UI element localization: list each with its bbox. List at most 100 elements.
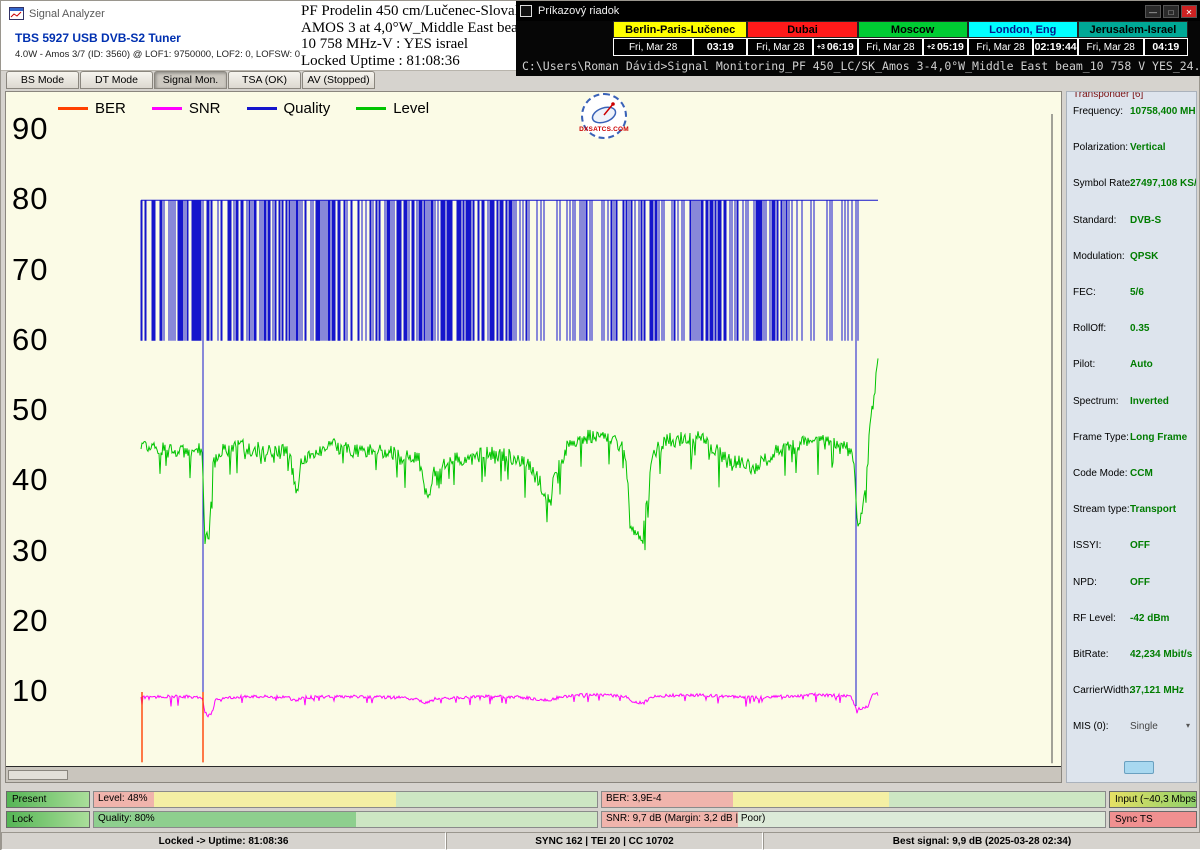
tp-field-polarization: Polarization:Vertical bbox=[1067, 142, 1196, 156]
snr-bar: SNR: 9,7 dB (Margin: 3,2 dB | Poor) bbox=[601, 811, 1106, 828]
tp-field-label: FEC: bbox=[1073, 287, 1096, 298]
tp-field-rolloff: RollOff: 0.35 bbox=[1067, 323, 1196, 337]
tp-field-label: NPD: bbox=[1073, 577, 1097, 588]
y-tick-90: 90 bbox=[12, 111, 58, 147]
tp-field-label: CarrierWidth: bbox=[1073, 685, 1132, 696]
tp-field-value: 27497,108 KS/s bbox=[1130, 178, 1197, 189]
clock-city-label: Moscow bbox=[858, 21, 968, 38]
level-bar-label: Level: 48% bbox=[98, 793, 147, 804]
tp-field-label: Frame Type: bbox=[1073, 432, 1129, 443]
tp-field-label: Polarization: bbox=[1073, 142, 1128, 153]
present-badge: Present bbox=[6, 791, 90, 808]
tp-field-value: DVB-S bbox=[1130, 215, 1161, 226]
legend-label: Level bbox=[393, 100, 429, 117]
tp-field-value: 42,234 Mbit/s bbox=[1130, 649, 1192, 660]
scrollbar-thumb[interactable] bbox=[8, 770, 68, 780]
tp-field-mis-0: MIS (0): Single ▾ bbox=[1067, 721, 1196, 735]
tp-field-symbol-rate: Symbol Rate:27497,108 KS/s bbox=[1067, 178, 1196, 192]
tab-signal-mon[interactable]: Signal Mon. bbox=[154, 71, 227, 89]
tp-field-pilot: Pilot:Auto bbox=[1067, 359, 1196, 373]
dxsatcs-logo: DXSATCS.COM bbox=[572, 93, 636, 139]
tp-field-value: OFF bbox=[1130, 577, 1150, 588]
close-icon[interactable]: ✕ bbox=[1181, 5, 1197, 18]
tp-field-value[interactable]: Single bbox=[1130, 721, 1158, 732]
legend-item-snr: SNR bbox=[152, 100, 221, 117]
tp-field-modulation: Modulation: QPSK bbox=[1067, 251, 1196, 265]
tp-field-issyi: ISSYI:OFF bbox=[1067, 540, 1196, 554]
clock-moscow: MoscowFri, Mar 28+205:19 bbox=[858, 21, 968, 56]
signal-chart-panel: 908070605040302010 BERSNRQualityLevel DX… bbox=[5, 91, 1062, 783]
console-window: Príkazový riadok — □ ✕ Berlin-Paris-Luče… bbox=[516, 1, 1200, 76]
app-icon bbox=[9, 7, 24, 20]
tp-field-label: Modulation: bbox=[1073, 251, 1125, 262]
y-tick-40: 40 bbox=[12, 462, 58, 498]
snr-bar-label: SNR: 9,7 dB (Margin: 3,2 dB | Poor) bbox=[606, 813, 765, 824]
tp-field-frame-type: Frame Type:Long Frame bbox=[1067, 432, 1196, 446]
legend-label: Quality bbox=[284, 100, 331, 117]
clock-london-eng: London, EngFri, Mar 2802:19:44 bbox=[968, 21, 1078, 56]
ber-bar: BER: 3,9E-4 bbox=[601, 791, 1106, 808]
tp-field-value: 0.35 bbox=[1130, 323, 1149, 334]
minimize-icon[interactable]: — bbox=[1145, 5, 1161, 18]
tp-field-label: Standard: bbox=[1073, 215, 1116, 226]
tp-field-bitrate: BitRate:42,234 Mbit/s bbox=[1067, 649, 1196, 663]
header-line-antenna: PF Prodelin 450 cm/Lučenec-Slovakia bbox=[301, 3, 533, 20]
clock-time: 04:19 bbox=[1144, 38, 1188, 56]
tab-av-stopped[interactable]: AV (Stopped) bbox=[302, 71, 375, 89]
dxsatcs-logo-text: DXSATCS.COM bbox=[572, 126, 636, 133]
y-tick-80: 80 bbox=[12, 181, 58, 217]
signal-analyzer-window: Signal Analyzer TBS 5927 USB DVB-S2 Tune… bbox=[0, 0, 1200, 850]
status-indicators: Present Lock Level: 48% Quality: 80% BER… bbox=[1, 789, 1200, 831]
console-titlebar[interactable]: Príkazový riadok — □ ✕ bbox=[516, 1, 1200, 21]
header-line-satellite: AMOS 3 at 4,0°W_Middle East beam bbox=[301, 20, 533, 37]
tp-field-label: MIS (0): bbox=[1073, 721, 1109, 732]
tp-field-rf-level: RF Level:-42 dBm bbox=[1067, 613, 1196, 627]
status-bar: Locked -> Uptime: 81:08:36 SYNC 162 | TE… bbox=[1, 832, 1200, 850]
statusbar-best-signal: Best signal: 9,9 dB (2025-03-28 02:34) bbox=[763, 832, 1200, 850]
legend-swatch bbox=[58, 107, 88, 110]
tp-field-label: Spectrum: bbox=[1073, 396, 1119, 407]
maximize-icon[interactable]: □ bbox=[1163, 5, 1179, 18]
level-bar: Level: 48% bbox=[93, 791, 598, 808]
tab-dt-mode[interactable]: DT Mode bbox=[80, 71, 153, 89]
lock-badge: Lock bbox=[6, 811, 90, 828]
signal-chart bbox=[6, 92, 1061, 782]
statusbar-locked-uptime: Locked -> Uptime: 81:08:36 bbox=[1, 832, 446, 850]
tp-field-value: 5/6 bbox=[1130, 287, 1144, 298]
clock-date: Fri, Mar 28 bbox=[968, 38, 1034, 56]
clock-city-label: Berlin-Paris-Lučenec bbox=[613, 21, 747, 38]
window-title-row[interactable]: Signal Analyzer bbox=[9, 7, 105, 20]
clock-time: 02:19:44 bbox=[1033, 38, 1077, 56]
tp-field-label: Pilot: bbox=[1073, 359, 1095, 370]
tp-field-value: -42 dBm bbox=[1130, 613, 1169, 624]
tp-field-fec: FEC: 5/6 bbox=[1067, 287, 1196, 301]
legend-swatch bbox=[356, 107, 386, 110]
console-icon bbox=[520, 5, 532, 17]
header-line-frequency: 10 758 MHz-V : YES israel bbox=[301, 36, 533, 53]
tp-field-label: RollOff: bbox=[1073, 323, 1106, 334]
tp-field-value: Long Frame bbox=[1130, 432, 1187, 443]
quality-bar-label: Quality: 80% bbox=[98, 813, 155, 824]
clock-dubai: DubaiFri, Mar 28+306:19 bbox=[747, 21, 857, 56]
clock-date: Fri, Mar 28 bbox=[858, 38, 924, 56]
tp-field-spectrum: Spectrum:Inverted bbox=[1067, 396, 1196, 410]
tp-field-frequency: Frequency:10758,400 MHz bbox=[1067, 106, 1196, 120]
input-rate-badge: Input (~40,3 Mbps) bbox=[1109, 791, 1197, 808]
clock-date: Fri, Mar 28 bbox=[747, 38, 813, 56]
tuner-name: TBS 5927 USB DVB-S2 Tuner bbox=[15, 31, 181, 45]
chevron-down-icon[interactable]: ▾ bbox=[1186, 721, 1190, 730]
transponder-panel: Transponder [6] Frequency:10758,400 MHzP… bbox=[1066, 91, 1197, 783]
panel-progress-indicator bbox=[1124, 761, 1154, 774]
y-tick-60: 60 bbox=[12, 322, 58, 358]
tab-tsa-ok[interactable]: TSA (OK) bbox=[228, 71, 301, 89]
tp-field-label: Code Mode: bbox=[1073, 468, 1127, 479]
clock-date: Fri, Mar 28 bbox=[1078, 38, 1144, 56]
tp-field-value: 37,121 MHz bbox=[1130, 685, 1184, 696]
tab-bs-mode[interactable]: BS Mode bbox=[6, 71, 79, 89]
chart-scrollbar[interactable] bbox=[6, 766, 1061, 782]
tp-field-stream-type: Stream type:Transport bbox=[1067, 504, 1196, 518]
tp-field-value: QPSK bbox=[1130, 251, 1158, 262]
console-prompt[interactable]: C:\Users\Roman Dávid>Signal Monitoring_P… bbox=[522, 59, 1200, 73]
legend-swatch bbox=[247, 107, 277, 110]
legend-label: SNR bbox=[189, 100, 221, 117]
